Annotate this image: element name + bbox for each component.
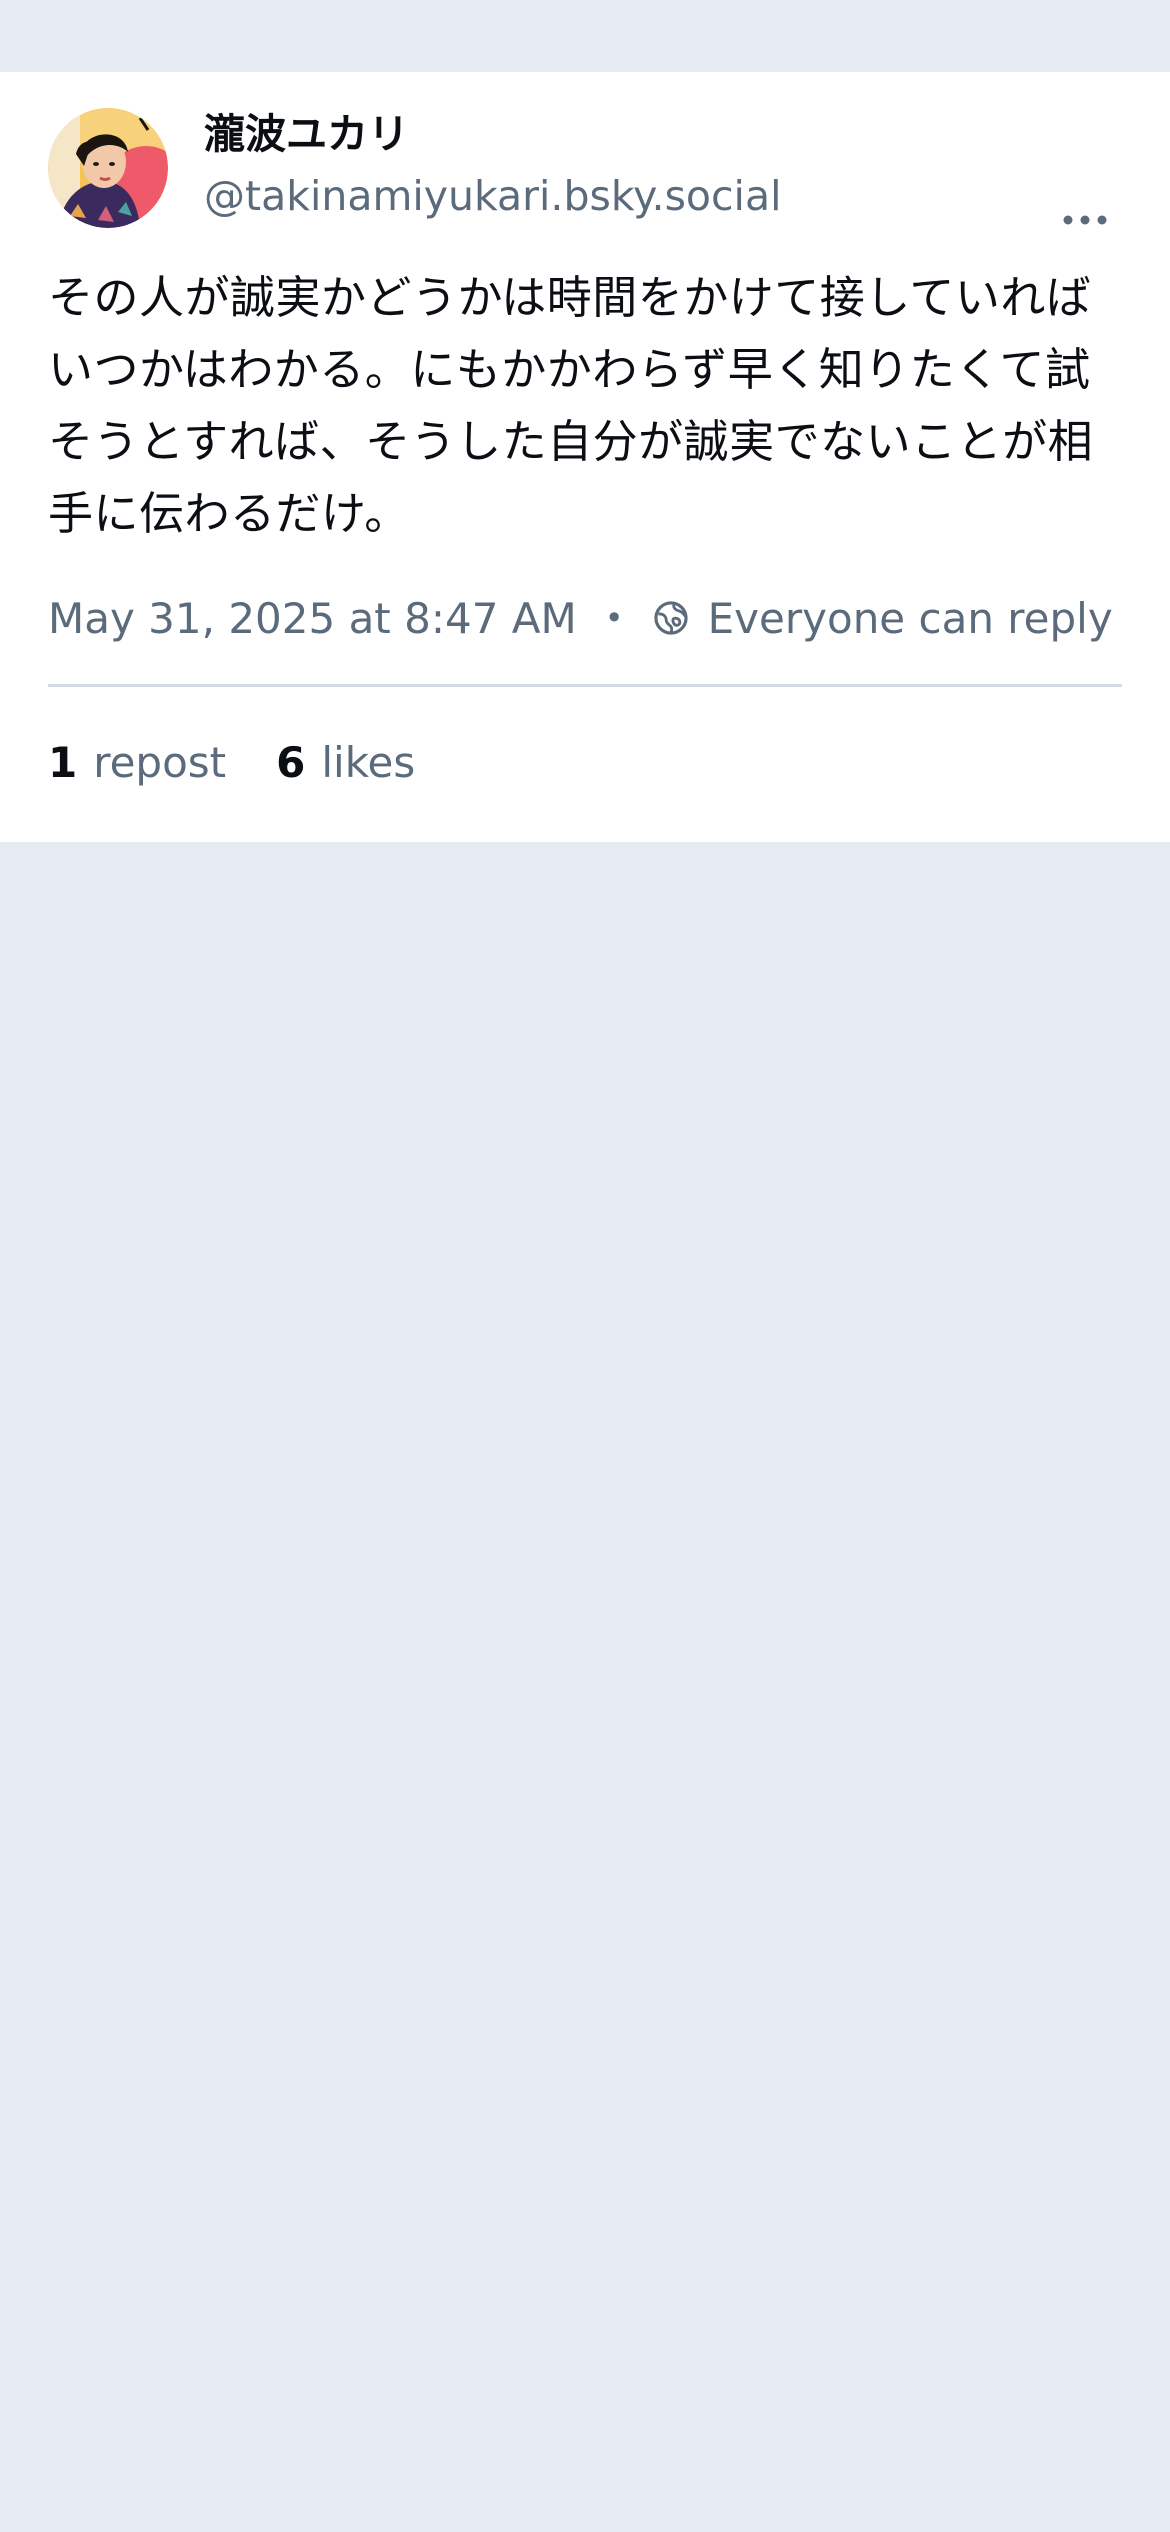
post-stats: 1 repost 6 likes	[48, 722, 465, 802]
globe-icon	[654, 601, 688, 635]
reply-setting[interactable]: Everyone can reply	[652, 594, 1113, 643]
reposts-label: repost	[93, 737, 227, 787]
post-meta: May 31, 2025 at 8:47 AM • Everyone can r…	[48, 582, 1113, 654]
author-handle[interactable]: @takinamiyukari.bsky.social	[204, 168, 781, 224]
author-display-name[interactable]: 瀧波ユカリ	[204, 106, 409, 162]
likes-stat[interactable]: 6 likes	[276, 738, 415, 787]
avatar[interactable]	[48, 108, 168, 228]
likes-label: likes	[321, 737, 416, 787]
ellipsis-icon	[1063, 215, 1107, 225]
post-text: その人が誠実かどうかは時間をかけて接していればいつかはわかる。にもかかわらず早く…	[48, 271, 1094, 540]
reposts-stat[interactable]: 1 repost	[48, 738, 226, 787]
more-options-button[interactable]	[1052, 200, 1118, 240]
post-timestamp[interactable]: May 31, 2025 at 8:47 AM	[48, 594, 577, 643]
reposts-count: 1	[48, 737, 78, 787]
divider	[48, 684, 1122, 687]
post-card: 瀧波ユカリ @takinamiyukari.bsky.social その人が誠実…	[0, 72, 1170, 842]
likes-count: 6	[276, 737, 306, 787]
meta-separator: •	[604, 599, 624, 637]
reply-setting-label: Everyone can reply	[707, 593, 1113, 643]
